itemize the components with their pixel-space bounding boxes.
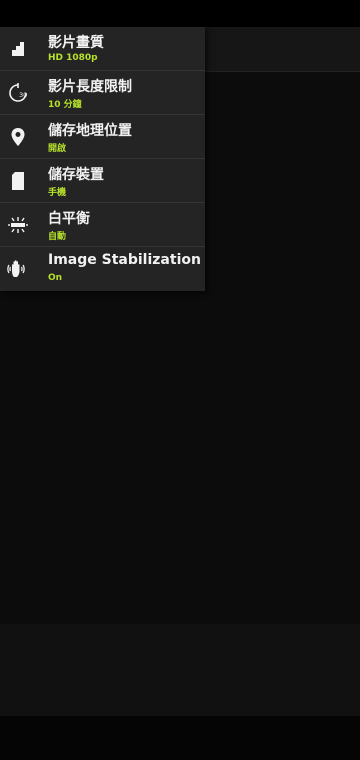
menu-item-white-balance[interactable]: 白平衡 自動 (0, 203, 205, 247)
menu-item-value: HD 1080p (48, 53, 98, 63)
menu-item-title: 白平衡 (48, 211, 90, 227)
timer-icon: 30 (6, 81, 30, 105)
menu-item-title: 影片畫質 (48, 35, 104, 51)
camera-screen: 影片畫質 HD 1080p 30 影片長度限制 10 分鐘 儲存地理位置 開啟 … (0, 0, 360, 760)
menu-item-value: On (48, 273, 63, 283)
video-settings-menu: 影片畫質 HD 1080p 30 影片長度限制 10 分鐘 儲存地理位置 開啟 … (0, 27, 205, 291)
status-bar (0, 0, 360, 27)
menu-item-title: 儲存裝置 (48, 167, 104, 183)
timer-icon-text: 30 (19, 91, 27, 99)
menu-item-title: 儲存地理位置 (48, 123, 132, 139)
menu-item-duration-limit[interactable]: 30 影片長度限制 10 分鐘 (0, 71, 205, 115)
navigation-bar (0, 716, 360, 760)
menu-item-value: 開啟 (48, 144, 67, 154)
location-pin-icon (6, 125, 30, 149)
stabilization-hand-icon (6, 257, 30, 281)
menu-item-value: 手機 (48, 188, 67, 198)
sd-card-icon (6, 169, 30, 193)
camera-controls-area (0, 624, 360, 716)
menu-item-title: Image Stabilization (48, 252, 201, 268)
menu-item-image-stabilization[interactable]: Image Stabilization On (0, 247, 205, 291)
menu-item-title: 影片長度限制 (48, 79, 132, 95)
quality-icon (6, 37, 30, 61)
menu-item-value: 自動 (48, 232, 67, 242)
menu-item-value: 10 分鐘 (48, 100, 82, 110)
menu-item-video-quality[interactable]: 影片畫質 HD 1080p (0, 27, 205, 71)
white-balance-icon (6, 213, 30, 237)
menu-item-geo-location[interactable]: 儲存地理位置 開啟 (0, 115, 205, 159)
menu-item-storage[interactable]: 儲存裝置 手機 (0, 159, 205, 203)
